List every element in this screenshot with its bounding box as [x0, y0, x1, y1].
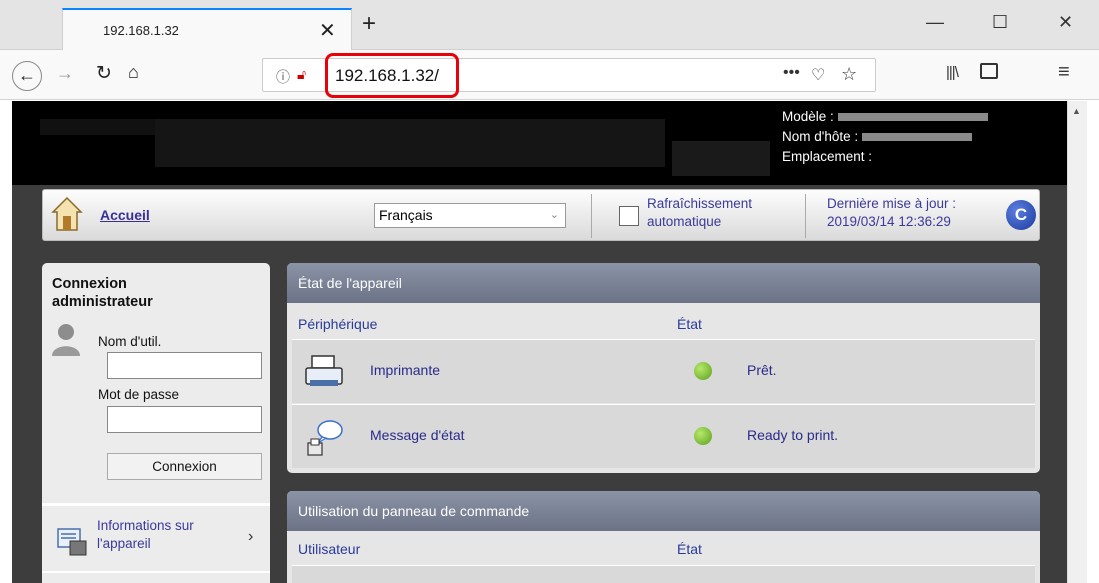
library-icon[interactable]: |||\: [946, 64, 959, 81]
header-logo-area: [40, 119, 155, 135]
model-label: Modèle :: [782, 109, 834, 124]
auto-refresh-label-line1: Rafraîchissement: [647, 196, 753, 211]
header-banner: [155, 119, 665, 167]
page-actions-icon[interactable]: •••: [783, 64, 800, 82]
password-input[interactable]: [107, 406, 262, 433]
device-name: Message d'état: [370, 427, 465, 443]
insecure-lock-icon[interactable]: 🔓︎: [297, 66, 306, 83]
device-info-link[interactable]: Informations sur l'appareil: [97, 517, 194, 553]
language-value: Français: [379, 207, 433, 223]
info-icon[interactable]: ⓘ: [276, 67, 290, 87]
nav-strip: Accueil Français ⌄ Rafraîchissement auto…: [42, 189, 1040, 241]
device-info-icon: [57, 528, 87, 556]
device-name: Imprimante: [370, 362, 441, 378]
table-row[interactable]: Message d'état Ready to print.: [292, 404, 1035, 468]
auto-refresh-label: Rafraîchissement automatique: [647, 195, 752, 231]
house-icon: [51, 196, 83, 231]
home-icon[interactable]: ⌂: [128, 62, 139, 83]
last-update: Dernière mise à jour : 2019/03/14 12:36:…: [827, 195, 956, 231]
web-page: Modèle : Nom d'hôte : Emplacement : Accu…: [12, 101, 1067, 583]
status-indicator-icon: [694, 362, 712, 380]
username-label: Nom d'util.: [98, 334, 162, 349]
table-row[interactable]: Imprimante Prêt.: [292, 339, 1035, 403]
last-update-label: Dernière mise à jour :: [827, 196, 957, 211]
url-highlight-box: [325, 53, 459, 98]
device-header: Modèle : Nom d'hôte : Emplacement :: [12, 101, 1067, 185]
table-row: [292, 565, 1035, 583]
device-info-summary: Modèle : Nom d'hôte : Emplacement :: [782, 107, 988, 167]
tab-title: 192.168.1.32: [103, 23, 179, 38]
divider: [42, 571, 270, 573]
status-indicator-icon: [694, 427, 712, 445]
user-icon: [52, 324, 80, 356]
location-label: Emplacement :: [782, 149, 873, 164]
browser-toolbar: ← → ↻ ⌂ ⓘ 🔓︎ 192.168.1.32/ ••• ♡ ☆ |||\ …: [0, 50, 1099, 100]
login-title-line1: Connexion: [52, 276, 127, 292]
model-value-redacted: [837, 113, 988, 122]
reload-icon[interactable]: ↻: [96, 62, 112, 85]
refresh-button[interactable]: C: [1006, 200, 1036, 230]
device-status-panel: État de l'appareil Périphérique État Imp…: [287, 263, 1040, 473]
admin-login-panel: Connexion administrateur Nom d'util. Mot…: [42, 263, 270, 583]
bookmark-star-icon[interactable]: ☆: [841, 64, 857, 85]
login-button[interactable]: Connexion: [107, 453, 262, 480]
column-header-state: État: [677, 541, 702, 557]
column-header-user: Utilisateur: [298, 541, 361, 557]
device-state: Ready to print.: [747, 427, 839, 443]
sidebar-icon[interactable]: [980, 63, 998, 79]
login-title-line2: administrateur: [52, 294, 153, 310]
status-message-icon: [307, 420, 343, 456]
vertical-scrollbar[interactable]: ▲: [1067, 101, 1087, 583]
tab-bar: 192.168.1.32 ✕ + — ☐ ✕: [0, 0, 1099, 50]
username-input[interactable]: [107, 352, 262, 379]
control-panel-usage-title: Utilisation du panneau de commande: [287, 491, 1040, 531]
close-tab-icon[interactable]: ✕: [319, 18, 336, 43]
login-title: Connexion administrateur: [52, 275, 153, 311]
maximize-icon[interactable]: ☐: [992, 12, 1008, 33]
chevron-right-icon[interactable]: ›: [248, 528, 253, 546]
minimize-icon[interactable]: —: [926, 12, 944, 33]
forward-icon[interactable]: →: [56, 63, 74, 84]
device-status-title: État de l'appareil: [287, 263, 1040, 303]
window-close-icon[interactable]: ✕: [1058, 12, 1073, 33]
hostname-value-redacted: [862, 133, 973, 142]
last-update-time: 2019/03/14 12:36:29: [827, 214, 951, 229]
device-info-line1: Informations sur: [97, 518, 194, 533]
header-banner-tail: [672, 141, 770, 176]
scroll-up-icon[interactable]: ▲: [1072, 106, 1081, 116]
device-state: Prêt.: [747, 362, 777, 378]
divider: [42, 503, 270, 506]
divider: [805, 194, 806, 238]
column-header-state: État: [677, 316, 702, 332]
pocket-icon[interactable]: ♡: [811, 65, 825, 85]
column-header-device: Périphérique: [298, 316, 378, 332]
new-tab-icon[interactable]: +: [362, 12, 376, 36]
hostname-label: Nom d'hôte :: [782, 129, 859, 144]
control-panel-usage-panel: Utilisation du panneau de commande Utili…: [287, 491, 1040, 583]
chevron-down-icon: ⌄: [549, 209, 559, 221]
menu-icon[interactable]: ≡: [1058, 61, 1070, 84]
printer-icon: [305, 355, 343, 386]
browser-tab[interactable]: 192.168.1.32 ✕: [62, 8, 352, 50]
divider: [591, 194, 592, 238]
language-select[interactable]: Français ⌄: [374, 203, 566, 228]
home-link[interactable]: Accueil: [100, 207, 150, 223]
device-info-line2: l'appareil: [97, 536, 151, 551]
password-label: Mot de passe: [98, 387, 180, 402]
back-icon[interactable]: ←: [12, 61, 42, 91]
window-edge: [1087, 101, 1099, 583]
auto-refresh-checkbox[interactable]: [619, 206, 639, 226]
auto-refresh-label-line2: automatique: [647, 214, 722, 229]
